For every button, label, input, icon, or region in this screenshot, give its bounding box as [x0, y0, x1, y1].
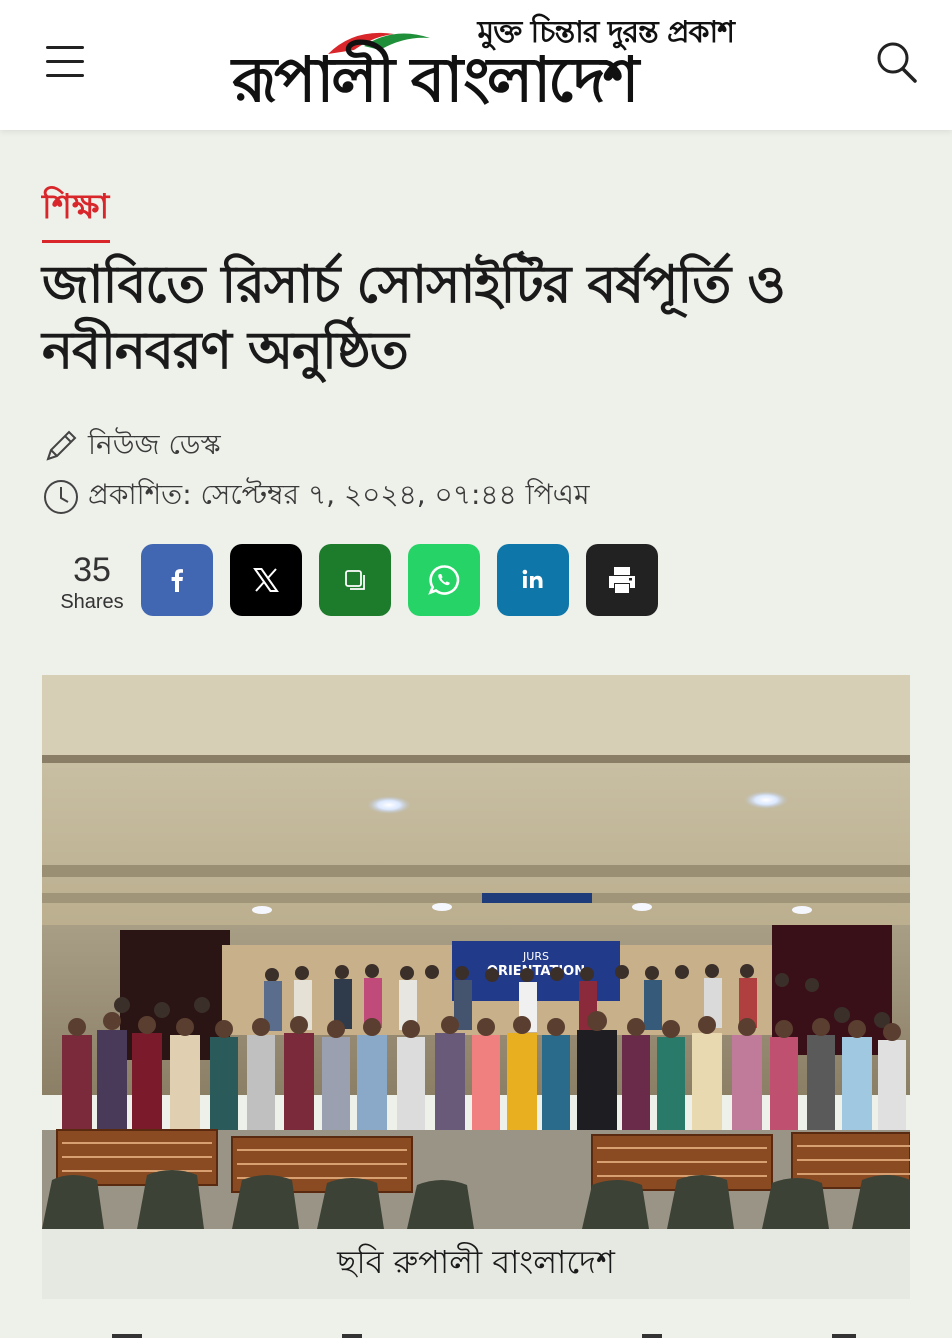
print-button[interactable]	[586, 544, 658, 616]
author-row: নিউজ ডেস্ক	[42, 426, 221, 466]
site-logo[interactable]: মুক্ত চিন্তার দুরন্ত প্রকাশ রূপালী বাংলা…	[232, 6, 742, 124]
group-photo-image: JURS ORIENTATION	[42, 675, 910, 1229]
x-icon	[253, 568, 279, 592]
article-headline: জাবিতে রিসার্চ সোসাইটির বর্ষপূর্তি ও নবী…	[42, 255, 786, 381]
banner-small-text: JURS	[522, 950, 549, 963]
site-header: মুক্ত চিন্তার দুরন্ত প্রকাশ রূপালী বাংলা…	[0, 0, 952, 130]
pencil-icon	[46, 430, 77, 461]
banner-title: ORIENTATION	[487, 964, 585, 979]
print-icon	[609, 567, 635, 593]
author-name[interactable]: নিউজ ডেস্ক	[88, 423, 221, 470]
linkedin-share-button[interactable]	[497, 544, 569, 616]
hamburger-menu-icon[interactable]	[44, 44, 86, 80]
copy-link-button[interactable]	[319, 544, 391, 616]
article-body-cutoff	[42, 1322, 910, 1338]
share-count-number: 35	[73, 551, 111, 589]
cut-off-text-icon	[112, 1334, 856, 1338]
article-photo[interactable]: JURS ORIENTATION	[42, 675, 910, 1229]
category-underline	[42, 240, 110, 243]
x-share-button[interactable]	[230, 544, 302, 616]
published-date: প্রকাশিত: সেপ্টেম্বর ৭, ২০২৪, ০৭:৪৪ পিএম	[88, 477, 590, 511]
category-link[interactable]: শিক্ষা	[42, 184, 109, 230]
share-count: 35 Shares	[56, 550, 128, 614]
facebook-share-button[interactable]	[141, 544, 213, 616]
photo-caption: ছবি রুপালী বাংলাদেশ	[337, 1243, 615, 1281]
clock-icon	[44, 480, 78, 514]
linkedin-icon	[522, 569, 543, 588]
share-count-label: Shares	[60, 591, 124, 613]
logo-title: রূপালী বাংলাদেশ	[232, 43, 639, 116]
whatsapp-icon	[428, 565, 460, 595]
facebook-icon	[171, 569, 183, 592]
whatsapp-share-button[interactable]	[408, 544, 480, 616]
copy-icon	[345, 570, 365, 590]
published-row: প্রকাশিত: সেপ্টেম্বর ৭, ২০২৪, ০৭:৪৪ পিএম	[42, 476, 590, 516]
search-icon[interactable]	[872, 38, 920, 86]
photo-caption-box: ছবি রুপালী বাংলাদেশ	[42, 1229, 910, 1299]
